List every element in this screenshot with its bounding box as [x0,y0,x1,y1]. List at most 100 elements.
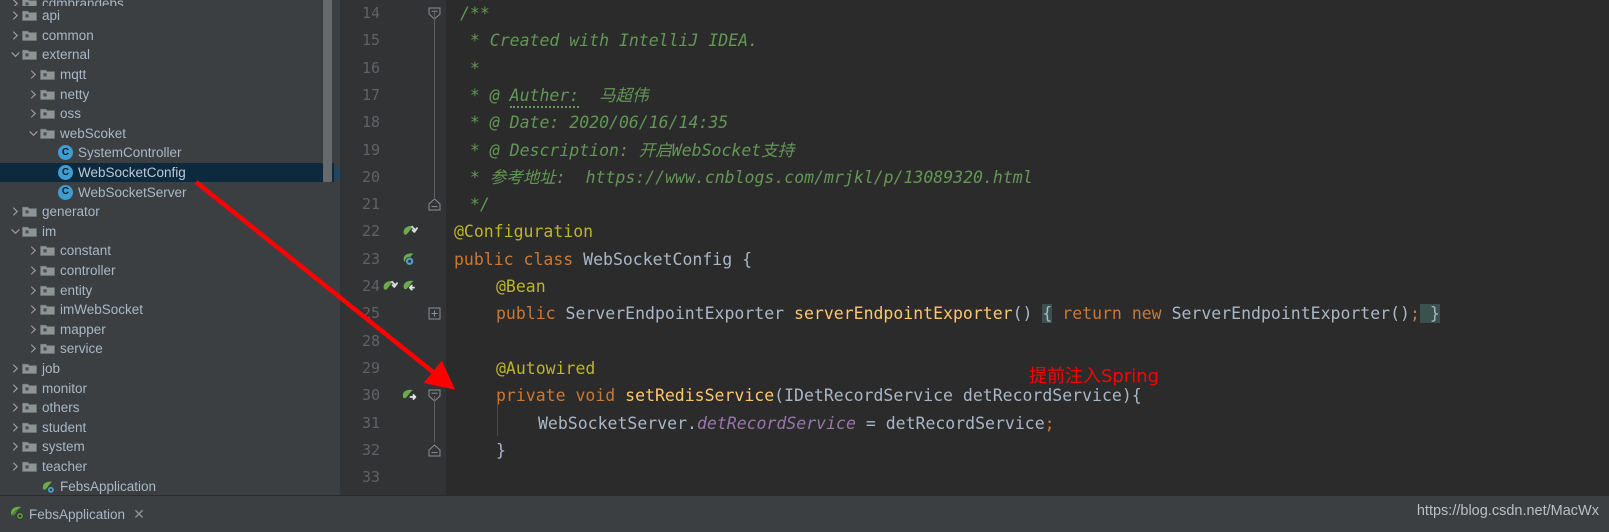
folder-icon [40,342,55,355]
project-tree-list[interactable]: cdmbrandebsapicommonexternalmqttnettyoss… [0,0,334,495]
code-line-29[interactable]: @Autowired [496,355,595,382]
tree-item-websocketconfig[interactable]: CWebSocketConfig [0,163,334,183]
chevron-right-icon[interactable] [8,364,22,373]
tree-item-febsapplication[interactable]: FebsApplication [0,476,334,495]
chevron-right-icon[interactable] [8,384,22,393]
spring-override-icon[interactable] [401,273,418,300]
tree-item-mqtt[interactable]: mqtt [0,65,334,85]
chevron-right-icon[interactable] [8,207,22,216]
tree-item-im[interactable]: im [0,222,334,242]
project-tree-scrollbar-thumb[interactable] [323,0,332,182]
tree-item-job[interactable]: job [0,359,334,379]
typo-underline: Auther: [510,86,580,108]
line-number: 17 [362,82,380,109]
chevron-down-icon[interactable] [26,129,40,138]
editor-pane[interactable]: 141516171819202122232425282930313233 /**… [334,0,1609,495]
project-tree-scrollbar[interactable] [324,0,333,495]
tree-item-generator[interactable]: generator [0,202,334,222]
chevron-right-icon[interactable] [26,70,40,79]
close-icon[interactable]: ✕ [133,507,145,521]
chevron-right-icon[interactable] [8,462,22,471]
editor-gutter[interactable]: 141516171819202122232425282930313233 [340,0,424,495]
chevron-down-icon[interactable] [8,50,22,59]
code-line-32[interactable]: } [496,437,506,464]
code-line-21[interactable]: */ [460,191,490,218]
fold-region-line [434,12,435,198]
chevron-right-icon[interactable] [8,442,22,451]
tree-item-mapper[interactable]: mapper [0,320,334,340]
tree-item-student[interactable]: student [0,417,334,437]
code-line-24[interactable]: @Bean [496,273,546,300]
chevron-right-icon[interactable] [26,286,40,295]
folder-icon [22,401,37,414]
code-line-14[interactable]: /** [460,0,490,27]
java-class-icon: C [58,145,73,160]
tree-item-label: external [42,47,90,62]
line-number: 25 [362,300,380,327]
tree-item-imwebsocket[interactable]: imWebSocket [0,300,334,320]
tree-item-system[interactable]: system [0,437,334,457]
spring-autowired-icon[interactable] [401,382,418,409]
tree-item-controller[interactable]: controller [0,261,334,281]
chevron-right-icon[interactable] [26,344,40,353]
spring-bean-icon[interactable] [381,273,398,300]
chevron-right-icon[interactable] [8,423,22,432]
editor-code-area[interactable]: /** * Created with IntelliJ IDEA. * * @ … [446,0,1609,495]
tree-item-label: service [60,341,103,356]
tree-item-api[interactable]: api [0,6,334,26]
editor-fold-strip[interactable] [424,0,446,495]
fold-collapse-end-icon[interactable] [428,198,441,211]
tree-item-monitor[interactable]: monitor [0,378,334,398]
code-line-18[interactable]: * @ Date: 2020/06/16/14:35 [460,109,728,136]
chevron-right-icon[interactable] [26,325,40,334]
code-line-22[interactable]: @Configuration [454,218,593,245]
folder-icon [40,303,55,316]
tree-item-common[interactable]: common [0,26,334,46]
chevron-right-icon[interactable] [26,90,40,99]
tree-item-entity[interactable]: entity [0,280,334,300]
chevron-right-icon[interactable] [26,305,40,314]
tree-item-websocketserver[interactable]: CWebSocketServer [0,182,334,202]
chevron-right-icon[interactable] [26,109,40,118]
code-line-31[interactable]: WebSocketServer.detRecordService = detRe… [538,410,1055,437]
chevron-right-icon[interactable] [26,266,40,275]
tree-item-netty[interactable]: netty [0,84,334,104]
tree-item-teacher[interactable]: teacher [0,457,334,477]
line-number: 19 [362,137,380,164]
spring-bean-icon[interactable] [401,218,418,245]
code-line-19[interactable]: * @ Description: 开启WebSocket支持 [460,137,794,164]
status-bar[interactable]: FebsApplication ✕ https://blog.csdn.net/… [0,495,1609,532]
tree-item-label: api [42,8,60,23]
code-line-23[interactable]: public class WebSocketConfig { [454,246,752,273]
folder-icon [22,205,37,218]
fold-collapse-end-icon[interactable] [428,444,441,457]
tree-item-constant[interactable]: constant [0,241,334,261]
chevron-right-icon[interactable] [8,403,22,412]
run-tab-febsapplication[interactable]: FebsApplication ✕ [6,501,151,527]
folder-icon [40,107,55,120]
reference-url[interactable]: https://www.cnblogs.com/mrjkl/p/13089320… [586,168,1033,187]
code-line-15[interactable]: * Created with IntelliJ IDEA. [460,27,758,54]
chevron-right-icon[interactable] [26,246,40,255]
matching-brace-open: { [1042,304,1052,323]
line-number: 31 [362,410,380,437]
spring-config-icon[interactable] [401,246,418,273]
code-line-25[interactable]: public ServerEndpointExporter serverEndp… [496,300,1440,327]
chevron-right-icon[interactable] [8,11,22,20]
tree-item-label: netty [60,87,89,102]
code-line-17[interactable]: * @ Auther: 马超伟 [460,82,649,109]
tree-item-systemcontroller[interactable]: CSystemController [0,143,334,163]
chevron-right-icon[interactable] [8,31,22,40]
chevron-down-icon[interactable] [8,227,22,236]
project-tool-window[interactable]: cdmbrandebsapicommonexternalmqttnettyoss… [0,0,334,495]
tree-item-webscoket[interactable]: webScoket [0,124,334,144]
tree-item-oss[interactable]: oss [0,104,334,124]
tree-item-external[interactable]: external [0,45,334,65]
tree-item-service[interactable]: service [0,339,334,359]
tree-item-label: controller [60,263,116,278]
code-line-16[interactable]: * [460,55,480,82]
java-class-icon: C [58,185,73,200]
code-line-20[interactable]: * 参考地址: https://www.cnblogs.com/mrjkl/p/… [460,164,1033,191]
fold-expand-icon[interactable] [428,307,441,320]
tree-item-others[interactable]: others [0,398,334,418]
